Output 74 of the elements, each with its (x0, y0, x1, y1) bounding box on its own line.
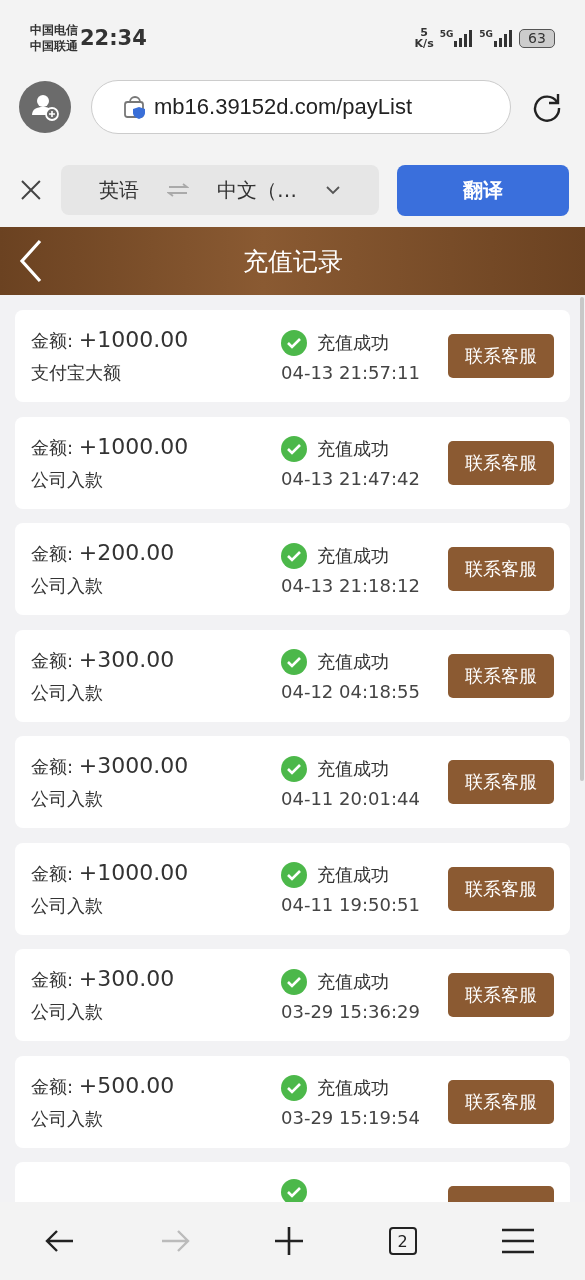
contact-service-button[interactable]: 联系客服 (448, 1079, 554, 1124)
menu-icon[interactable] (501, 1228, 535, 1254)
signal-icon (453, 29, 474, 47)
secure-lock-icon (122, 94, 148, 120)
tabs-button[interactable]: 2 (388, 1227, 417, 1255)
translate-button[interactable]: 翻译 (396, 164, 569, 216)
address-field[interactable]: mb16.39152d.com/payList (91, 80, 511, 134)
status-text: 充值成功 (317, 1076, 389, 1100)
close-icon[interactable] (19, 178, 43, 202)
status-text: 充值成功 (317, 969, 389, 994)
payment-method: 支付宝大额 (31, 361, 122, 385)
check-circle-icon (281, 755, 307, 782)
status-text: 充值成功 (317, 543, 389, 568)
amount-text: 金额: +1000.00 (31, 433, 190, 460)
status-text: 充值成功 (317, 650, 389, 674)
check-circle-icon (281, 329, 307, 356)
contact-service-button[interactable]: 联系客服 (448, 547, 554, 591)
contact-service-button[interactable]: 联系客服 (448, 440, 554, 485)
payment-method: 公司入款 (31, 574, 104, 598)
amount-text: 金额: +200.00 (31, 540, 176, 566)
record-time: 04-13 21:47:42 (281, 468, 421, 489)
check-circle-icon (281, 436, 307, 462)
record-time: 04-11 20:01:44 (281, 787, 421, 809)
check-circle-icon (281, 862, 307, 888)
record-time: 04-12 04:18:55 (281, 681, 421, 702)
carrier-name: 中国电信 (30, 22, 78, 38)
plus-icon[interactable] (274, 1226, 304, 1256)
payment-method: 公司入款 (31, 1106, 104, 1131)
status-text: 充值成功 (317, 863, 389, 887)
battery-level: 63 (528, 31, 546, 45)
status-text: 充值成功 (317, 756, 389, 781)
check-circle-icon (281, 649, 307, 675)
payment-method: 公司入款 (31, 893, 104, 918)
payment-method: 公司入款 (31, 680, 104, 705)
language-selector[interactable]: 英语 中文（… (60, 165, 379, 215)
signal-icon (493, 29, 513, 47)
payment-method: 公司入款 (31, 467, 104, 492)
amount-text: 金额: +3000.00 (31, 753, 190, 779)
profile-add-icon[interactable] (19, 81, 71, 133)
contact-service-button[interactable]: 联系客服 (448, 973, 554, 1017)
source-language: 英语 (98, 176, 139, 204)
amount-text: 金额: +300.00 (31, 966, 176, 992)
speed-unit: K/s (414, 38, 434, 49)
target-language: 中文（… (216, 176, 297, 204)
payment-method: 公司入款 (31, 1000, 104, 1024)
contact-service-button[interactable]: 联系客服 (448, 760, 554, 804)
reload-icon[interactable] (531, 91, 563, 123)
record-time: 04-13 21:57:11 (281, 361, 421, 383)
amount-text: 金额: +300.00 (31, 646, 176, 673)
contact-service-button[interactable]: 联系客服 (448, 334, 554, 378)
check-circle-icon (281, 968, 307, 995)
network-label: 5G (439, 29, 454, 39)
record-time: 04-11 19:50:51 (281, 894, 421, 915)
amount-text: 金额: +1000.00 (31, 327, 190, 353)
network-label: 5G (479, 29, 493, 39)
record-time: 03-29 15:36:29 (281, 1000, 421, 1022)
carrier-name: 中国联通 (30, 38, 78, 54)
back-arrow-icon[interactable] (45, 1229, 75, 1253)
amount-text: 金额: +1000.00 (31, 859, 190, 886)
status-text: 充值成功 (317, 330, 389, 355)
record-time: 03-29 15:19:54 (281, 1107, 421, 1128)
speed-value: 5 (420, 27, 428, 38)
check-circle-icon (281, 1075, 307, 1101)
amount-text: 金额: +500.00 (31, 1072, 176, 1099)
contact-service-button[interactable]: 联系客服 (448, 866, 554, 911)
record-time: 04-13 21:18:12 (281, 574, 421, 596)
chevron-down-icon (324, 185, 341, 195)
page-title: 充值记录 (242, 245, 343, 278)
back-icon[interactable] (18, 239, 44, 283)
check-circle-icon (281, 542, 307, 569)
status-text: 充值成功 (317, 437, 389, 461)
contact-service-button[interactable]: 联系客服 (448, 653, 554, 698)
clock-time: 22:34 (80, 26, 147, 50)
payment-method: 公司入款 (31, 787, 104, 811)
